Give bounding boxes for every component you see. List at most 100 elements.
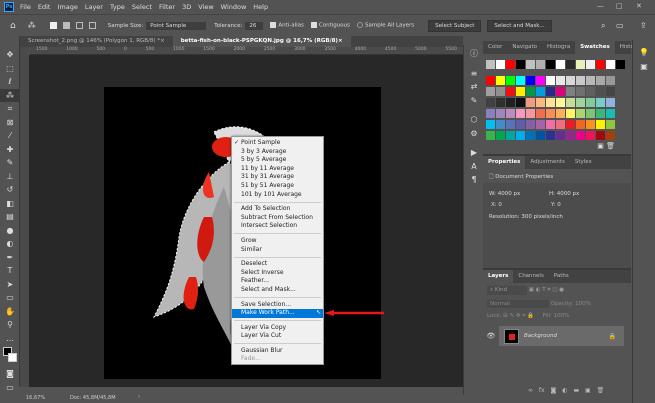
swatch[interactable] bbox=[545, 60, 555, 69]
zoom-level[interactable]: 16,67% bbox=[26, 395, 45, 401]
swatch[interactable] bbox=[505, 131, 515, 140]
tab-adjustments[interactable]: Adjustments bbox=[525, 156, 569, 169]
swatch[interactable] bbox=[575, 76, 585, 85]
swatch[interactable] bbox=[535, 98, 545, 107]
swatch[interactable] bbox=[545, 109, 555, 118]
swatch[interactable] bbox=[605, 76, 615, 85]
swatch[interactable] bbox=[605, 120, 615, 129]
swatch[interactable] bbox=[505, 76, 515, 85]
swatch[interactable] bbox=[555, 87, 565, 96]
menu-item-layer-via-copy[interactable]: Layer Via Copy bbox=[232, 324, 323, 333]
menu-item-select-inverse[interactable]: Select Inverse bbox=[232, 269, 323, 278]
delete-swatch-icon[interactable]: 🗑 bbox=[606, 142, 615, 150]
select-and-mask-button[interactable]: Select and Mask... bbox=[487, 19, 552, 32]
swatch[interactable] bbox=[555, 131, 565, 140]
swatch[interactable] bbox=[505, 120, 515, 129]
swatch[interactable] bbox=[575, 131, 585, 140]
paths-icon[interactable]: ⇄ bbox=[464, 80, 484, 94]
tab-close-icon[interactable]: × bbox=[338, 38, 343, 44]
swatch[interactable] bbox=[485, 131, 495, 140]
menu-file[interactable]: File bbox=[20, 3, 31, 11]
mask-icon[interactable]: ◙ bbox=[551, 387, 557, 394]
sample-size-select[interactable]: Point Sample bbox=[146, 21, 207, 30]
swatch[interactable] bbox=[565, 76, 575, 85]
menu-item-11-by-11-average[interactable]: 11 by 11 Average bbox=[232, 165, 323, 174]
swatch[interactable] bbox=[605, 131, 615, 140]
gradient-tool-icon[interactable]: ▤ bbox=[0, 210, 20, 224]
status-arrow-icon[interactable]: › bbox=[138, 394, 140, 400]
tab-channels[interactable]: Channels bbox=[513, 270, 548, 283]
menu-edit[interactable]: Edit bbox=[38, 3, 51, 11]
adjustment-icon[interactable]: ◐ bbox=[562, 387, 567, 394]
swatch[interactable] bbox=[595, 60, 605, 69]
menu-item-save-selection[interactable]: Save Selection... bbox=[232, 301, 323, 310]
brush-settings-icon[interactable]: ✎ bbox=[464, 94, 484, 108]
magic-wand-icon[interactable]: ⁂ bbox=[28, 21, 36, 30]
swatch[interactable] bbox=[585, 98, 595, 107]
menu-item-point-sample[interactable]: ✓ Point Sample bbox=[232, 139, 323, 148]
tab-layers[interactable]: Layers bbox=[483, 270, 514, 283]
select-subject-button[interactable]: Select Subject bbox=[428, 19, 482, 32]
workspace-icon[interactable]: ▭ bbox=[616, 21, 624, 30]
swatch[interactable] bbox=[515, 120, 525, 129]
zoom-tool-icon[interactable]: ⚲ bbox=[0, 318, 20, 332]
swatch[interactable] bbox=[525, 120, 535, 129]
subtract-selection-icon[interactable] bbox=[75, 22, 83, 29]
hand-tool-icon[interactable]: ✋ bbox=[0, 305, 20, 319]
swatch[interactable] bbox=[565, 60, 575, 69]
x-value[interactable]: 0 bbox=[498, 202, 502, 208]
swatch[interactable] bbox=[525, 109, 535, 118]
swatch[interactable] bbox=[525, 76, 535, 85]
blur-tool-icon[interactable]: ● bbox=[0, 224, 20, 238]
swatch[interactable] bbox=[595, 87, 605, 96]
tolerance-input[interactable]: 26 bbox=[245, 21, 264, 30]
swatch[interactable] bbox=[605, 98, 615, 107]
menu-layer[interactable]: Layer bbox=[85, 3, 103, 11]
swatch[interactable] bbox=[565, 98, 575, 107]
crop-tool-icon[interactable]: ⌗ bbox=[0, 102, 20, 116]
swatch[interactable] bbox=[605, 109, 615, 118]
swatch[interactable] bbox=[585, 131, 595, 140]
swatch[interactable] bbox=[525, 131, 535, 140]
tab-styles[interactable]: Styles bbox=[570, 156, 597, 169]
swatch[interactable] bbox=[595, 131, 605, 140]
eyedropper-tool-icon[interactable]: ⁄ bbox=[0, 129, 20, 143]
swatch[interactable] bbox=[545, 87, 555, 96]
swatch[interactable] bbox=[565, 120, 575, 129]
character-icon[interactable]: A bbox=[464, 160, 484, 174]
magic-wand-tool-icon[interactable]: ⁂ bbox=[0, 88, 20, 102]
tab-screenshot[interactable]: Screenshot_2.png @ 146% (Polygon 1, RGB/… bbox=[20, 36, 173, 47]
menu-select[interactable]: Select bbox=[132, 3, 152, 11]
libraries-icon[interactable]: ▣ bbox=[633, 60, 655, 74]
trash-icon[interactable]: 🗑 bbox=[597, 387, 605, 394]
settings-icon[interactable]: ⚙ bbox=[464, 127, 484, 141]
brush-tool-icon[interactable]: ✎ bbox=[0, 156, 20, 170]
fill-input[interactable]: 100% bbox=[554, 313, 570, 319]
swatch[interactable] bbox=[555, 60, 565, 69]
swatch[interactable] bbox=[575, 60, 585, 69]
swatch[interactable] bbox=[595, 120, 605, 129]
anti-alias-checkbox[interactable]: Anti-alias bbox=[270, 22, 304, 29]
swatch[interactable] bbox=[535, 87, 545, 96]
swatch[interactable] bbox=[575, 109, 585, 118]
swatch[interactable] bbox=[525, 98, 535, 107]
3d-icon[interactable]: ⬡ bbox=[464, 113, 484, 127]
swatch[interactable] bbox=[515, 131, 525, 140]
menu-view[interactable]: View bbox=[198, 3, 213, 11]
swatch[interactable] bbox=[515, 87, 525, 96]
swatch[interactable] bbox=[485, 60, 495, 69]
menu-item-51-by-51-average[interactable]: 51 by 51 Average bbox=[232, 182, 323, 191]
swatch[interactable] bbox=[555, 109, 565, 118]
swatch[interactable] bbox=[505, 98, 515, 107]
contiguous-checkbox[interactable]: Contiguous bbox=[310, 22, 350, 29]
frame-tool-icon[interactable]: ⊠ bbox=[0, 116, 20, 130]
swatch[interactable] bbox=[505, 87, 515, 96]
swatch[interactable] bbox=[615, 60, 625, 69]
menu-item-5-by-5-average[interactable]: 5 by 5 Average bbox=[232, 156, 323, 165]
swatch[interactable] bbox=[515, 60, 525, 69]
path-selection-icon[interactable]: ➤ bbox=[0, 278, 20, 292]
add-selection-icon[interactable] bbox=[62, 22, 70, 29]
adjust-icon[interactable]: ≡ bbox=[464, 67, 484, 81]
tab-betta-fish[interactable]: betta-fish-on-black-PSPGKQN.jpg @ 16,7% … bbox=[172, 36, 351, 47]
swatch[interactable] bbox=[515, 98, 525, 107]
